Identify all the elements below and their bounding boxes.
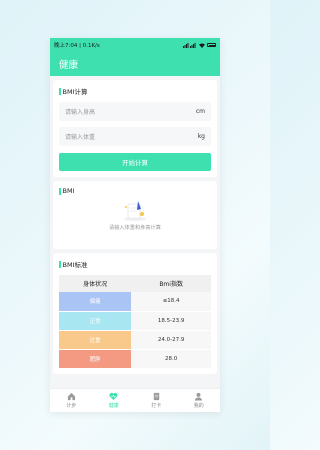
standard-section-title: BMI标准 [59,259,211,269]
tab-label: 健康 [108,403,119,409]
height-input[interactable]: 请输入身高 cm [59,102,211,121]
tab-label: 计步 [66,403,77,409]
bmi-standard-table: 身体状况 Bmi指数 偏瘦 ≤18.4 正常 18.5-23.9 过重 24.0… [59,275,211,368]
signal-icon [183,42,196,48]
table-row: 偏瘦 ≤18.4 [59,292,211,311]
wifi-icon [199,43,205,48]
height-unit: cm [195,108,205,115]
weight-unit: kg [197,133,205,140]
tab-health[interactable]: 健康 [93,389,136,412]
page-title: 健康 [59,60,79,71]
status-icons [183,42,216,48]
home-icon [67,392,75,401]
tab-profile[interactable]: 我的 [178,389,221,412]
empty-tip: 请输入体重和身高计算 [109,225,161,231]
app-screen: 晚上7:04 | 0.1K/s 健康 BMI计算 请输入身高 cm 请输入体重 … [50,38,220,412]
calc-title-label: BMI计算 [62,88,88,96]
bmi-result-card: BMI 请输入体重和身高计算 [53,181,217,249]
bmi-standard-card: BMI标准 身体状况 Bmi指数 偏瘦 ≤18.4 正常 18.5-23.9 过… [53,253,217,374]
tab-steps[interactable]: 计步 [50,389,93,412]
level-cell: 过重 [59,329,132,349]
accent-bar [59,187,61,195]
calc-section-title: BMI计算 [59,86,211,96]
calculate-button[interactable]: 开始计算 [59,153,211,171]
range-cell: 18.5-23.9 [131,310,211,330]
level-cell: 肥胖 [59,348,132,368]
empty-clipboard-icon [124,201,146,221]
table-row: 肥胖 28.0 [59,348,211,368]
accent-bar [59,260,61,268]
weight-input[interactable]: 请输入体重 kg [59,127,211,146]
status-bar: 晚上7:04 | 0.1K/s [50,38,220,52]
page-title-bar: 健康 [50,52,220,76]
result-section-title: BMI [59,187,211,195]
column-header: Bmi指数 [131,275,211,292]
table-row: 过重 24.0-27.9 [59,329,211,349]
user-icon [195,392,203,401]
battery-icon [207,43,216,47]
accent-bar [59,87,61,95]
table-row: 正常 18.5-23.9 [59,310,211,330]
range-cell: 28.0 [131,348,211,368]
tab-checkin[interactable]: 打卡 [135,389,178,412]
table-header-row: 身体状况 Bmi指数 [59,275,211,292]
height-placeholder: 请输入身高 [65,109,96,116]
standard-title-label: BMI标准 [62,261,88,269]
bmi-calc-card: BMI计算 请输入身高 cm 请输入体重 kg 开始计算 [53,80,217,177]
weight-placeholder: 请输入体重 [65,134,96,141]
level-cell: 正常 [59,310,132,330]
bottom-tab-bar: 计步 健康 打卡 我的 [50,388,220,412]
empty-state: 请输入体重和身高计算 [59,198,211,231]
status-time: 晚上7:04 | 0.1K/s [54,43,100,49]
column-header: 身体状况 [59,275,132,292]
checkin-icon [153,392,159,401]
level-cell: 偏瘦 [59,292,132,311]
tab-label: 打卡 [151,403,162,409]
tab-label: 我的 [193,403,204,409]
range-cell: 24.0-27.9 [131,329,211,349]
heart-icon [109,392,118,401]
result-title-label: BMI [62,187,75,195]
range-cell: ≤18.4 [131,292,211,311]
